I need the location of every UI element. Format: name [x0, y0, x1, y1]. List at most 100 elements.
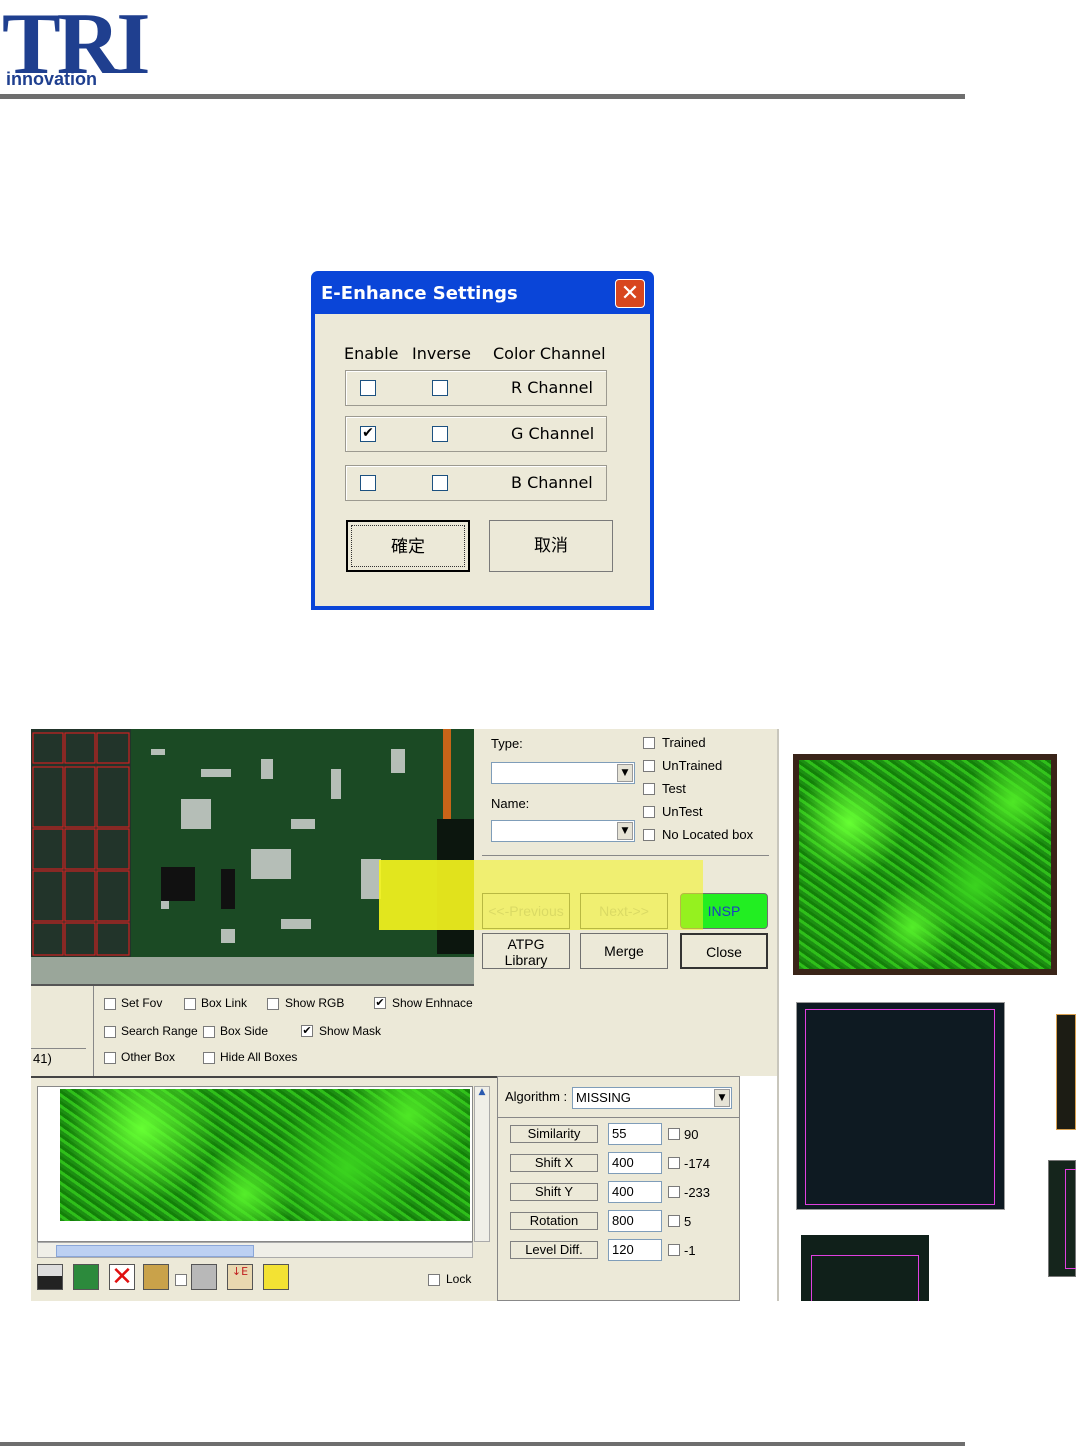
component-box — [1065, 1169, 1076, 1269]
toolbar-database-icon[interactable] — [263, 1264, 289, 1290]
channel-row-b: B Channel — [345, 465, 607, 501]
box-link-checkbox[interactable] — [184, 998, 196, 1010]
cancel-button[interactable]: 取消 — [489, 520, 613, 572]
toolbar-save-icon[interactable] — [191, 1264, 217, 1290]
algorithm-dropdown[interactable]: MISSING ▼ — [572, 1087, 732, 1109]
shift-y-input[interactable]: 400 — [608, 1181, 662, 1203]
enable-checkbox-g[interactable]: ✔ — [360, 426, 376, 442]
toolbar-checkbox[interactable] — [175, 1274, 187, 1286]
component-box — [811, 1255, 919, 1301]
channel-row-r: R Channel — [345, 370, 607, 406]
left-fragment-text: 41) — [33, 1051, 52, 1066]
previous-button[interactable]: <<-Previous — [482, 893, 570, 929]
divider — [498, 1117, 739, 1118]
show-mask-checkbox[interactable]: ✔ — [301, 1025, 313, 1037]
toolbar-bar-icon[interactable] — [37, 1264, 63, 1290]
similarity-result: 90 — [684, 1127, 699, 1142]
atpg-label-line1: ATPG — [507, 936, 545, 952]
inspection-app-screenshot: Type: ▼ Name: ▼ Trained UnTrained Test U… — [31, 729, 1076, 1301]
component-thumbnail-1 — [796, 1002, 1005, 1210]
lock-checkbox[interactable] — [428, 1274, 440, 1286]
channel-label-r: R Channel — [511, 378, 593, 397]
ok-button[interactable]: 確定 — [346, 520, 470, 572]
no-located-box-checkbox[interactable] — [643, 829, 655, 841]
color-channel-column-header: Color Channel — [493, 344, 606, 363]
toolbar-component-icon[interactable] — [143, 1264, 169, 1290]
scroll-thumb[interactable] — [56, 1245, 254, 1257]
header-rule — [0, 94, 965, 99]
logo-subtitle: innovation — [6, 69, 97, 89]
insp-button[interactable]: INSP — [680, 893, 768, 929]
box-link-label: Box Link — [201, 996, 248, 1010]
shift-x-button[interactable]: Shift X — [510, 1154, 598, 1172]
component-thumbnail-3 — [1048, 1160, 1076, 1277]
scroll-up-icon[interactable]: ▲ — [475, 1087, 489, 1097]
chevron-down-icon: ▼ — [714, 1089, 730, 1107]
hide-all-boxes-checkbox[interactable] — [203, 1052, 215, 1064]
test-label: Test — [662, 781, 686, 796]
level-diff-button[interactable]: Level Diff. — [510, 1241, 598, 1259]
divider — [777, 729, 779, 1301]
rotation-button[interactable]: Rotation — [510, 1212, 598, 1230]
close-icon[interactable]: ✕ — [615, 279, 645, 308]
test-checkbox[interactable] — [643, 783, 655, 795]
type-label: Type: — [491, 736, 523, 751]
component-thumbnail-4 — [801, 1235, 929, 1301]
algorithm-label: Algorithm : — [505, 1089, 568, 1104]
box-side-label: Box Side — [220, 1024, 269, 1038]
delete-icon[interactable]: ✕ — [109, 1264, 135, 1290]
next-button[interactable]: Next->> — [580, 893, 668, 929]
enable-checkbox-b[interactable] — [360, 475, 376, 491]
set-fov-checkbox[interactable] — [104, 998, 116, 1010]
similarity-checkbox[interactable] — [668, 1128, 680, 1140]
rotation-input[interactable]: 800 — [608, 1210, 662, 1232]
search-range-checkbox[interactable] — [104, 1026, 116, 1038]
preview-area: ▲ ✕ ↓E Lock — [31, 1076, 497, 1301]
shift-x-input[interactable]: 400 — [608, 1152, 662, 1174]
dialog-title: E-Enhance Settings — [321, 283, 518, 304]
enhanced-image-frame — [793, 754, 1057, 975]
untrained-checkbox[interactable] — [643, 760, 655, 772]
type-dropdown[interactable]: ▼ — [491, 762, 635, 784]
channel-row-g: ✔ G Channel — [345, 416, 607, 452]
level-diff-checkbox[interactable] — [668, 1244, 680, 1256]
inverse-checkbox-r[interactable] — [432, 380, 448, 396]
close-button[interactable]: Close — [680, 933, 768, 969]
show-enhnace-label: Show Enhnace — [392, 996, 473, 1010]
divider — [93, 986, 94, 1076]
enhanced-preview-image — [60, 1089, 470, 1221]
set-fov-label: Set Fov — [121, 996, 163, 1010]
merge-button[interactable]: Merge — [580, 933, 668, 969]
pcb-board-image — [31, 729, 474, 984]
level-diff-input[interactable]: 120 — [608, 1239, 662, 1261]
enable-checkbox-r[interactable] — [360, 380, 376, 396]
level-diff-result: -1 — [684, 1243, 696, 1258]
name-dropdown[interactable]: ▼ — [491, 820, 635, 842]
show-rgb-checkbox[interactable] — [267, 998, 279, 1010]
inverse-checkbox-b[interactable] — [432, 475, 448, 491]
component-box — [805, 1009, 995, 1205]
untest-checkbox[interactable] — [643, 806, 655, 818]
box-side-checkbox[interactable] — [203, 1026, 215, 1038]
horizontal-scrollbar[interactable] — [37, 1242, 473, 1258]
shift-y-button[interactable]: Shift Y — [510, 1183, 598, 1201]
algorithm-value: MISSING — [576, 1090, 631, 1105]
vertical-scrollbar[interactable]: ▲ — [474, 1086, 490, 1242]
enhanced-image — [799, 760, 1051, 969]
shift-x-checkbox[interactable] — [668, 1157, 680, 1169]
trained-label: Trained — [662, 735, 706, 750]
inverse-checkbox-g[interactable] — [432, 426, 448, 442]
shift-y-checkbox[interactable] — [668, 1186, 680, 1198]
toolbar-enhance-icon[interactable]: ↓E — [227, 1264, 253, 1290]
similarity-button[interactable]: Similarity — [510, 1125, 598, 1143]
show-enhnace-checkbox[interactable]: ✔ — [374, 997, 386, 1009]
trained-checkbox[interactable] — [643, 737, 655, 749]
rotation-checkbox[interactable] — [668, 1215, 680, 1227]
show-rgb-label: Show RGB — [285, 996, 345, 1010]
other-box-checkbox[interactable] — [104, 1052, 116, 1064]
toolbar-board-icon[interactable] — [73, 1264, 99, 1290]
search-range-label: Search Range — [121, 1024, 198, 1038]
enable-column-header: Enable — [344, 344, 399, 363]
atpg-library-button[interactable]: ATPG Library — [482, 933, 570, 969]
similarity-input[interactable]: 55 — [608, 1123, 662, 1145]
